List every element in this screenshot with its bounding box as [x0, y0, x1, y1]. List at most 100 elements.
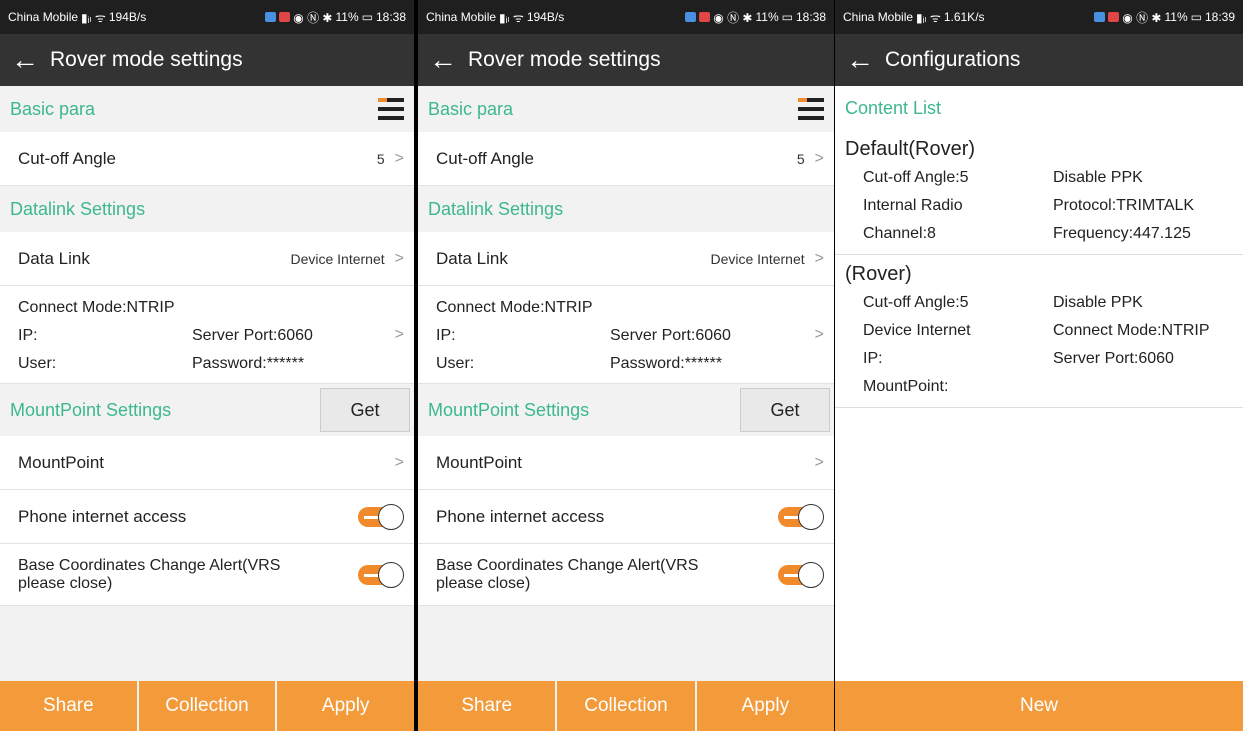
collection-button[interactable]: Collection — [557, 681, 695, 731]
section-basic-para: Basic para — [418, 86, 834, 132]
ip-text: IP: — [18, 327, 38, 344]
page-title: Rover mode settings — [468, 48, 661, 71]
apply-button[interactable]: Apply — [277, 681, 414, 731]
cutoff-angle-row[interactable]: Cut-off Angle 5 > — [418, 132, 834, 186]
signal-icon: ▮ᵢₗ ᯤ — [81, 10, 106, 25]
share-button[interactable]: Share — [418, 681, 556, 731]
base-alert-toggle[interactable] — [358, 561, 404, 588]
content-list-heading: Content List — [845, 97, 942, 118]
config-title: Default(Rover) — [845, 137, 976, 160]
divider — [835, 407, 1243, 408]
config-detail: Server Port:6060 — [1053, 350, 1174, 367]
config-detail: Disable PPK — [1053, 294, 1143, 311]
chevron-right-icon: > — [394, 453, 404, 471]
status-icons: ◉ Ⓝ ✱ — [293, 10, 333, 25]
app-badge-icon — [699, 12, 711, 22]
bottom-action-bar: Share Collection Apply — [418, 681, 834, 731]
connect-info-row[interactable]: Connect Mode:NTRIP IP: Server Port:6060 U… — [0, 286, 414, 384]
clock: 18:39 — [1204, 10, 1235, 24]
share-button[interactable]: Share — [0, 681, 137, 731]
chevron-right-icon: > — [814, 453, 824, 471]
battery-icon: ▭ — [1190, 10, 1202, 24]
title-bar: ← Configurations — [835, 34, 1243, 86]
bottom-action-bar: Share Collection Apply — [0, 681, 414, 731]
status-bar: China Mobile ▮ᵢₗ ᯤ 194B/s ◉ Ⓝ ✱ 11% ▭ 18:38 — [418, 0, 834, 34]
chevron-right-icon: > — [814, 326, 824, 343]
row-label: Base Coordinates Change Alert(VRS please … — [436, 556, 699, 592]
collection-button[interactable]: Collection — [138, 681, 276, 731]
clock: 18:38 — [795, 10, 826, 24]
row-label: Phone internet access — [18, 506, 187, 526]
cutoff-angle-row[interactable]: Cut-off Angle 5 > — [0, 132, 414, 186]
config-detail: Connect Mode:NTRIP — [1053, 322, 1210, 339]
config-detail: Frequency:447.125 — [1053, 225, 1191, 242]
list-menu-icon[interactable] — [798, 98, 824, 120]
chevron-right-icon: > — [394, 326, 404, 343]
row-value: 5 — [376, 150, 385, 167]
chevron-right-icon: > — [394, 149, 404, 167]
row-value: Device Internet — [710, 250, 805, 267]
section-label: Basic para — [10, 98, 96, 119]
list-menu-icon[interactable] — [378, 98, 404, 120]
phone-internet-toggle[interactable] — [358, 503, 404, 530]
app-badge-icon — [265, 12, 277, 22]
section-label: Datalink Settings — [428, 198, 564, 219]
section-datalink: Datalink Settings — [418, 186, 834, 232]
mountpoint-row[interactable]: MountPoint > — [418, 436, 834, 490]
net-speed: 194B/s — [526, 10, 565, 24]
password-text: Password:****** — [610, 355, 723, 372]
phone-internet-toggle[interactable] — [778, 503, 824, 530]
app-badge-icon — [1108, 12, 1120, 22]
chevron-right-icon: > — [394, 249, 404, 267]
carrier-text: China Mobile — [843, 10, 914, 24]
phone-internet-row: Phone internet access — [0, 490, 414, 544]
mountpoint-row[interactable]: MountPoint > — [0, 436, 414, 490]
app-badge-icon — [279, 12, 291, 22]
row-value: Device Internet — [290, 250, 385, 267]
back-arrow-icon[interactable]: ← — [0, 34, 50, 86]
apply-button[interactable]: Apply — [696, 681, 834, 731]
back-arrow-icon[interactable]: ← — [418, 34, 468, 86]
config-detail: Cut-off Angle:5 — [863, 169, 969, 186]
configurations-screen: China Mobile ▮ᵢₗ ᯤ 1.61K/s ◉ Ⓝ ✱ 11% ▭ 18:39 … — [834, 0, 1243, 731]
base-alert-toggle[interactable] — [778, 561, 824, 588]
config-item-rover[interactable]: (Rover) Cut-off Angle:5 Disable PPK Devic… — [835, 255, 1243, 407]
battery-text: 11% — [1164, 10, 1188, 24]
carrier-text: China Mobile — [8, 10, 79, 24]
server-port-text: Server Port:6060 — [192, 327, 313, 344]
config-detail: Disable PPK — [1053, 169, 1143, 186]
app-badge-icon — [685, 12, 697, 22]
get-button[interactable]: Get — [740, 388, 830, 432]
rover-screen-2: China Mobile ▮ᵢₗ ᯤ 194B/s ◉ Ⓝ ✱ 11% ▭ 18:38 ←… — [414, 0, 834, 731]
app-badge-icon — [1094, 12, 1106, 22]
config-title: (Rover) — [845, 262, 912, 285]
page-title: Rover mode settings — [50, 48, 243, 71]
data-link-row[interactable]: Data Link Device Internet > — [0, 232, 414, 286]
status-icons: ◉ Ⓝ ✱ — [713, 10, 753, 25]
status-icons: ◉ Ⓝ ✱ — [1122, 10, 1162, 25]
battery-text: 11% — [335, 10, 359, 24]
base-alert-row: Base Coordinates Change Alert(VRS please … — [0, 544, 414, 606]
section-datalink: Datalink Settings — [0, 186, 414, 232]
row-label: Data Link — [18, 248, 90, 268]
connect-info-row[interactable]: Connect Mode:NTRIP IP: Server Port:6060 U… — [418, 286, 834, 384]
config-detail: Cut-off Angle:5 — [863, 294, 969, 311]
config-detail: IP: — [863, 350, 883, 367]
clock: 18:38 — [375, 10, 406, 24]
signal-icon: ▮ᵢₗ ᯤ — [499, 10, 524, 25]
page-title: Configurations — [885, 48, 1021, 71]
section-mountpoint: MountPoint Settings Get — [418, 384, 834, 436]
data-link-row[interactable]: Data Link Device Internet > — [418, 232, 834, 286]
phone-internet-row: Phone internet access — [418, 490, 834, 544]
back-arrow-icon[interactable]: ← — [835, 34, 885, 86]
new-button[interactable]: New — [835, 681, 1243, 731]
section-basic-para: Basic para — [0, 86, 414, 132]
config-detail: Internal Radio — [863, 197, 963, 214]
chevron-right-icon: > — [814, 249, 824, 267]
section-mountpoint: MountPoint Settings Get — [0, 384, 414, 436]
section-label: Datalink Settings — [10, 198, 146, 219]
row-label: Data Link — [436, 248, 508, 268]
title-bar: ← Rover mode settings — [418, 34, 834, 86]
config-item-default-rover[interactable]: Default(Rover) Cut-off Angle:5 Disable PP… — [835, 130, 1243, 254]
get-button[interactable]: Get — [320, 388, 410, 432]
